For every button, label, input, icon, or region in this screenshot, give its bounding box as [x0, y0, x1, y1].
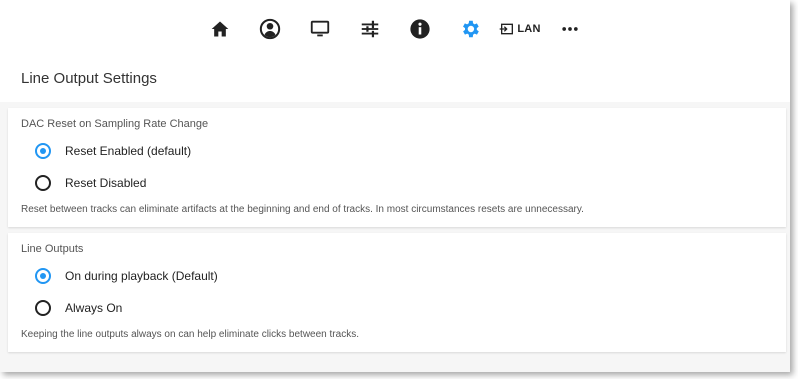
- option-label: Always On: [65, 301, 123, 315]
- user-button[interactable]: [248, 9, 292, 49]
- section-title: Line Outputs: [21, 243, 84, 255]
- sliders-icon: [361, 20, 379, 38]
- option-label: Reset Enabled (default): [65, 144, 192, 158]
- option-label: On during playback (Default): [65, 269, 218, 283]
- page-title: Line Output Settings: [0, 58, 790, 102]
- option-reset-enabled[interactable]: Reset Enabled (default): [35, 140, 774, 162]
- option-reset-disabled[interactable]: Reset Disabled: [35, 172, 774, 194]
- lan-label: LAN: [517, 23, 541, 35]
- radio-reset-enabled[interactable]: [35, 143, 51, 159]
- gear-icon: [463, 20, 479, 38]
- option-on-during-playback[interactable]: On during playback (Default): [35, 265, 774, 287]
- settings-button[interactable]: [448, 9, 492, 49]
- more-button[interactable]: [548, 9, 592, 49]
- line-outputs-section: Line Outputs On during playback (Default…: [8, 233, 786, 352]
- dac-reset-section: DAC Reset on Sampling Rate Change Reset …: [8, 108, 786, 227]
- help-text: Keeping the line outputs always on can h…: [21, 329, 359, 340]
- monitor-icon: [310, 20, 330, 37]
- more-icon: [562, 27, 578, 31]
- info-icon: [410, 19, 430, 39]
- settings-window: LAN Line Output Settings DAC Reset on Sa…: [0, 0, 790, 372]
- info-button[interactable]: [398, 9, 442, 49]
- option-always-on[interactable]: Always On: [35, 297, 774, 319]
- input-icon: [500, 23, 514, 35]
- input-lan-button[interactable]: LAN: [498, 9, 542, 49]
- top-toolbar: LAN: [0, 0, 790, 58]
- option-label: Reset Disabled: [65, 176, 147, 190]
- display-button[interactable]: [298, 9, 342, 49]
- section-title: DAC Reset on Sampling Rate Change: [21, 118, 209, 130]
- radio-on-during-playback[interactable]: [35, 268, 51, 284]
- help-text: Reset between tracks can eliminate artif…: [21, 204, 584, 215]
- radio-always-on[interactable]: [35, 300, 51, 316]
- home-button[interactable]: [198, 9, 242, 49]
- home-icon: [211, 21, 229, 37]
- radio-reset-disabled[interactable]: [35, 175, 51, 191]
- user-icon: [259, 18, 281, 40]
- sliders-button[interactable]: [348, 9, 392, 49]
